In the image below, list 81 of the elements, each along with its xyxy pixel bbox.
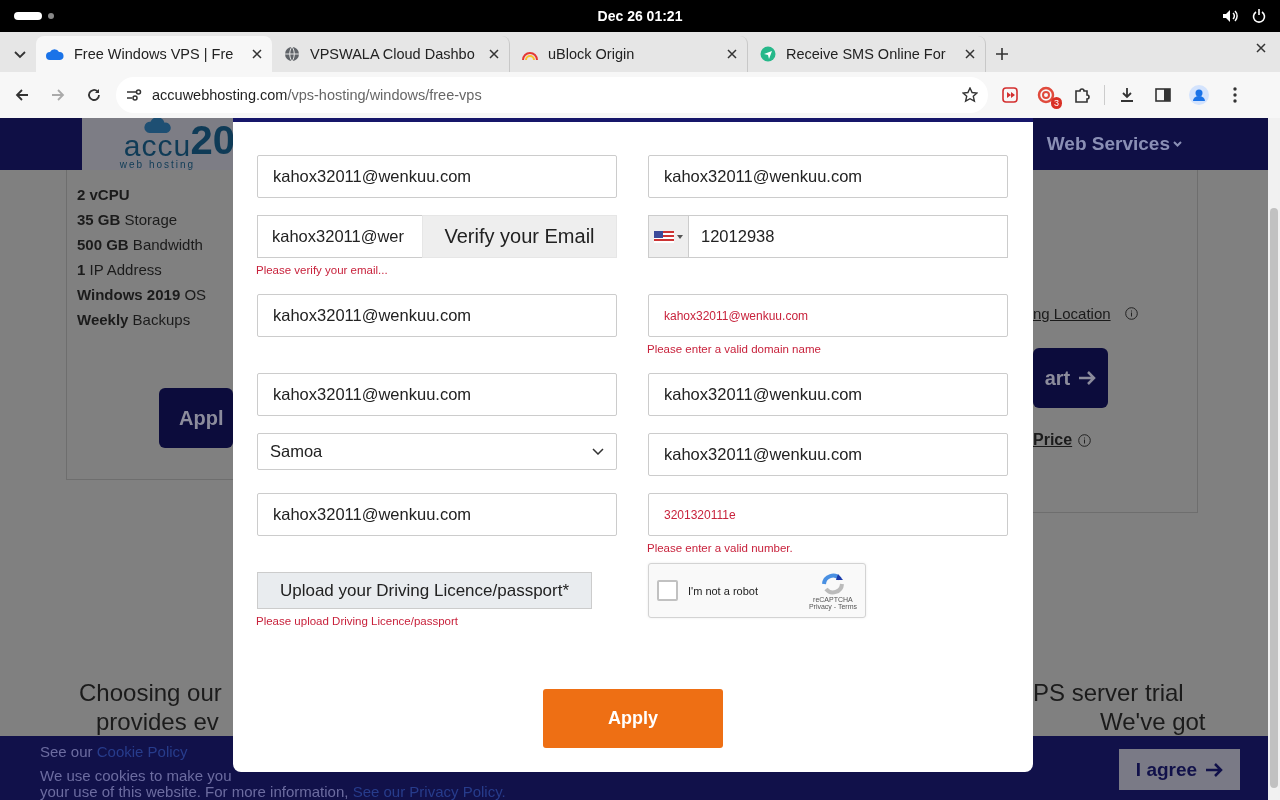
- price-link[interactable]: Price: [1033, 431, 1073, 449]
- cloud-icon: [46, 48, 64, 60]
- globe-icon: [284, 46, 300, 62]
- arrow-right-icon: [51, 89, 65, 101]
- star-icon[interactable]: [962, 87, 978, 103]
- captcha-label: I'm not a robot: [688, 584, 759, 597]
- close-icon[interactable]: [727, 49, 737, 59]
- intro-text: provides ev: [95, 707, 220, 736]
- chat-icon: [760, 46, 776, 62]
- country-picker[interactable]: [648, 215, 689, 258]
- chevron-down-icon: [592, 448, 604, 455]
- more-icon: [1233, 87, 1237, 103]
- feature-item: 1 IP Address: [77, 261, 163, 278]
- phone-field[interactable]: 12012938: [689, 215, 1008, 258]
- play-icon: [1002, 87, 1018, 103]
- nav-menu-item[interactable]: Web Services: [1046, 133, 1170, 155]
- apply-button[interactable]: Appl: [159, 388, 233, 448]
- intro-text: PS server trial: [1033, 678, 1185, 707]
- side-panel-icon: [1155, 88, 1171, 102]
- email-field[interactable]: kahox32011@wenkuu.com: [648, 373, 1008, 416]
- intro-text: Choosing our: [79, 678, 223, 707]
- error-message: Please verify your email...: [256, 264, 389, 277]
- feature-item: 35 GB Storage: [77, 211, 179, 228]
- checkbox[interactable]: [657, 580, 678, 601]
- volume-icon[interactable]: [1222, 9, 1238, 23]
- location-link[interactable]: ng Location: [1033, 305, 1111, 322]
- arrow-right-icon: [1078, 370, 1097, 386]
- feature-item: 500 GB Bandwidth: [77, 236, 204, 253]
- avatar-icon: [1189, 85, 1209, 105]
- arrow-right-icon: [1205, 761, 1224, 778]
- activities-icon[interactable]: [14, 12, 42, 20]
- email-field[interactable]: kahox32011@wenkuu.com: [648, 433, 1008, 476]
- caret-icon: [677, 234, 683, 239]
- info-icon: [1078, 433, 1092, 447]
- email-field[interactable]: kahox32011@wenkuu.com: [257, 493, 617, 536]
- arrow-left-icon: [15, 89, 29, 101]
- error-message: Please upload Driving Licence/passport: [256, 615, 459, 628]
- agree-button[interactable]: I agree: [1119, 749, 1240, 790]
- browser-tab[interactable]: Free Windows VPS | Fre: [36, 36, 272, 72]
- site-settings-icon[interactable]: [126, 89, 142, 101]
- upload-button[interactable]: Upload your Driving Licence/passport*: [257, 572, 592, 609]
- email-field[interactable]: kahox32011@wenkuu.com: [648, 155, 1008, 198]
- plus-icon: [996, 48, 1008, 60]
- close-icon[interactable]: [489, 49, 499, 59]
- download-icon: [1119, 87, 1135, 103]
- address-bar[interactable]: accuwebhosting.com/vps-hosting/windows/free-vps: [116, 77, 988, 113]
- workspace-dot-icon: [48, 13, 54, 19]
- error-message: Please enter a valid domain name: [647, 343, 822, 356]
- email-field[interactable]: kahox32011@wenkuu.com: [257, 155, 617, 198]
- country-select[interactable]: Samoa: [257, 433, 617, 470]
- extension-button[interactable]: 3: [1032, 81, 1060, 109]
- notification-badge: 3: [1051, 97, 1062, 109]
- feature-item: Windows 2019 OS: [77, 286, 208, 303]
- flag-icon: [654, 230, 674, 243]
- close-icon[interactable]: [252, 49, 262, 59]
- puzzle-icon: [1074, 87, 1090, 103]
- info-icon: [1124, 307, 1138, 320]
- email-field[interactable]: kahox32011@wer: [257, 215, 422, 258]
- chevron-down-icon: [14, 51, 26, 59]
- url-text: accuwebhosting.com/vps-hosting/windows/free-vps: [152, 87, 482, 103]
- reload-icon: [87, 88, 101, 102]
- cookie-text: your use of this website. For more information, See our Privacy Policy.: [40, 784, 506, 800]
- feature-item: 2 vCPU: [77, 186, 131, 203]
- cart-button[interactable]: art: [1033, 348, 1108, 408]
- verify-email-button[interactable]: Verify your Email: [422, 215, 617, 258]
- feature-item: Weekly Backups: [77, 311, 192, 328]
- power-icon[interactable]: [1252, 9, 1266, 23]
- input-field[interactable]: kahox32011@wenkuu.com: [648, 294, 1008, 337]
- error-message: Please enter a valid number.: [647, 542, 794, 555]
- email-field[interactable]: kahox32011@wenkuu.com: [257, 294, 617, 337]
- input-field[interactable]: 3201320111e: [648, 493, 1008, 536]
- cloud-icon: [142, 118, 173, 133]
- close-window-icon[interactable]: [1256, 43, 1266, 53]
- swirl-icon: [1037, 86, 1055, 104]
- recaptcha-icon: [819, 571, 846, 596]
- intro-text: We've got: [1099, 707, 1207, 736]
- email-field[interactable]: kahox32011@wenkuu.com: [257, 373, 617, 416]
- cookie-text: We use cookies to make you: [40, 768, 233, 784]
- scrollbar[interactable]: [1268, 118, 1280, 800]
- close-icon[interactable]: [965, 49, 975, 59]
- chevron-down-icon: [1173, 141, 1182, 147]
